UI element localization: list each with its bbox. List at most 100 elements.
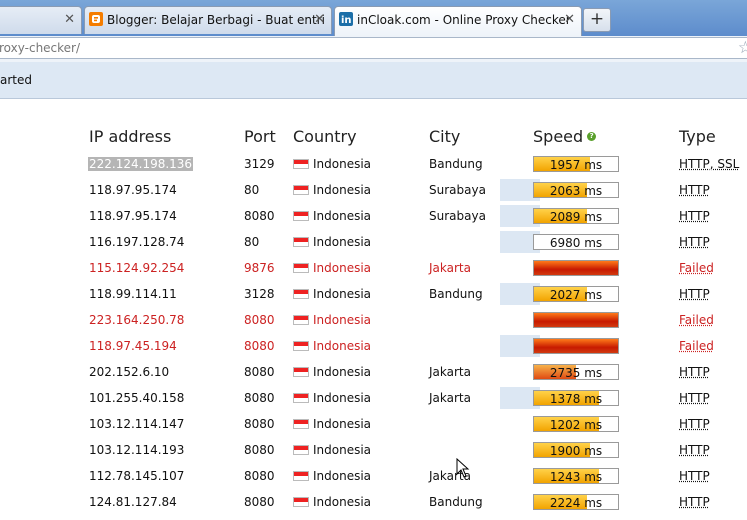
indonesia-flag-icon	[293, 341, 309, 351]
bookmark-getting-started[interactable]: arted	[0, 73, 32, 87]
header-ip: IP address	[89, 127, 172, 146]
speed-bar: 1957 ms	[533, 156, 619, 172]
proxy-type-link[interactable]: HTTP	[679, 287, 710, 301]
speed-fill	[534, 339, 618, 353]
table-row: 118.97.45.194 8080 Indonesia Failed	[0, 333, 747, 359]
indonesia-flag-icon	[293, 393, 309, 403]
table-row: 202.152.6.10 8080 Indonesia Jakarta 2735 ms H…	[0, 359, 747, 385]
table-row: 112.78.145.107 8080 Indonesia Jakarta 1243 m…	[0, 463, 747, 489]
speed-value: 1900 ms	[549, 444, 603, 458]
country: Indonesia	[313, 157, 372, 171]
speed-bar: 2735 ms	[533, 364, 619, 380]
ip-address: 222.124.198.136	[88, 157, 194, 171]
speed-value: 2224 ms	[549, 496, 603, 510]
city: Jakarta	[429, 365, 471, 379]
new-tab-button[interactable]: +	[583, 8, 611, 32]
speed-fill	[534, 261, 618, 275]
proxy-type-link[interactable]: HTTP	[679, 391, 710, 405]
bookmark-star-icon[interactable]: ☆	[738, 38, 747, 58]
port: 8080	[244, 495, 275, 509]
city: Bandung	[429, 287, 483, 301]
proxy-type-link[interactable]: HTTP	[679, 469, 710, 483]
country: Indonesia	[313, 313, 372, 327]
speed-value: 6980 ms	[549, 236, 603, 250]
proxy-type-link[interactable]: Failed	[679, 261, 714, 275]
table-row: 118.99.114.11 3128 Indonesia Bandung 2027 ms…	[0, 281, 747, 307]
country: Indonesia	[313, 495, 372, 509]
tab-previous[interactable]: ✕	[0, 6, 82, 34]
proxy-type-link[interactable]: HTTP	[679, 443, 710, 457]
help-icon[interactable]: ?	[587, 131, 597, 141]
proxy-type-link[interactable]: HTTP	[679, 365, 710, 379]
port: 80	[244, 183, 260, 197]
table-row: 115.124.92.254 9876 Indonesia Jakarta Failed	[0, 255, 747, 281]
city: Jakarta	[429, 261, 471, 275]
proxy-type-link[interactable]: HTTP	[679, 417, 710, 431]
ip-address: 118.97.95.174	[89, 183, 177, 197]
proxy-type-link[interactable]: Failed	[679, 313, 714, 327]
port: 8080	[244, 443, 275, 457]
close-tab-icon[interactable]: ✕	[64, 12, 75, 27]
ip-address: 112.78.145.107	[89, 469, 185, 483]
ip-address: 118.97.45.194	[89, 339, 177, 353]
address-bar[interactable]: roxy-checker/ ☆	[0, 37, 747, 59]
ip-address: 223.164.250.78	[89, 313, 185, 327]
indonesia-flag-icon	[293, 263, 309, 273]
city: Surabaya	[429, 183, 486, 197]
proxy-type-link[interactable]: Failed	[679, 339, 714, 353]
port: 9876	[244, 261, 275, 275]
ip-address: 103.12.114.147	[89, 417, 185, 431]
tab-label: inCloak.com - Online Proxy Checker	[357, 13, 571, 27]
port: 80	[244, 235, 260, 249]
proxy-type-link[interactable]: HTTP	[679, 183, 710, 197]
speed-value: 2735 ms	[549, 366, 603, 380]
header-city: City	[429, 127, 461, 146]
tab-blogger[interactable]: Blogger: Belajar Berbagi - Buat entri ✕	[84, 6, 332, 34]
proxy-type-link[interactable]: HTTP	[679, 495, 710, 509]
tab-strip: ✕ Blogger: Belajar Berbagi - Buat entri …	[0, 0, 747, 36]
speed-bar	[533, 338, 619, 354]
indonesia-flag-icon	[293, 367, 309, 377]
country: Indonesia	[313, 391, 372, 405]
port: 8080	[244, 365, 275, 379]
table-row: 223.164.250.78 8080 Indonesia Failed	[0, 307, 747, 333]
country: Indonesia	[313, 365, 372, 379]
port: 8080	[244, 391, 275, 405]
indonesia-flag-icon	[293, 211, 309, 221]
indonesia-flag-icon	[293, 159, 309, 169]
indonesia-flag-icon	[293, 419, 309, 429]
country: Indonesia	[313, 183, 372, 197]
indonesia-flag-icon	[293, 315, 309, 325]
ip-address: 103.12.114.193	[89, 443, 185, 457]
country: Indonesia	[313, 261, 372, 275]
speed-value: 1243 ms	[549, 470, 603, 484]
tab-incloak[interactable]: in inCloak.com - Online Proxy Checker ✕	[334, 6, 582, 36]
speed-value: 2089 ms	[549, 210, 603, 224]
speed-value: 1202 ms	[549, 418, 603, 432]
proxy-type-link[interactable]: HTTP, SSL	[679, 157, 739, 171]
proxy-type-link[interactable]: HTTP	[679, 235, 710, 249]
blogger-icon	[89, 12, 103, 26]
country: Indonesia	[313, 417, 372, 431]
header-speed: Speed?	[533, 127, 597, 146]
navigation-bar: roxy-checker/ ☆	[0, 36, 747, 63]
close-tab-icon[interactable]: ✕	[314, 12, 325, 27]
city: Bandung	[429, 157, 483, 171]
close-tab-icon[interactable]: ✕	[564, 12, 575, 27]
ip-address: 116.197.128.74	[89, 235, 185, 249]
tab-label: Blogger: Belajar Berbagi - Buat entri	[107, 13, 325, 27]
ip-address: 202.152.6.10	[89, 365, 170, 379]
ip-address: 101.255.40.158	[89, 391, 185, 405]
city: Bandung	[429, 495, 483, 509]
proxy-type-link[interactable]: HTTP	[679, 209, 710, 223]
speed-bar	[533, 312, 619, 328]
svg-text:in: in	[341, 15, 352, 26]
table-row: 124.81.127.84 8080 Indonesia Bandung 2224 ms…	[0, 489, 747, 515]
speed-bar: 2224 ms	[533, 494, 619, 510]
country: Indonesia	[313, 339, 372, 353]
port: 8080	[244, 209, 275, 223]
port: 8080	[244, 339, 275, 353]
table-row: 116.197.128.74 80 Indonesia 6980 ms HTTP	[0, 229, 747, 255]
incloak-icon: in	[339, 12, 353, 26]
country: Indonesia	[313, 443, 372, 457]
